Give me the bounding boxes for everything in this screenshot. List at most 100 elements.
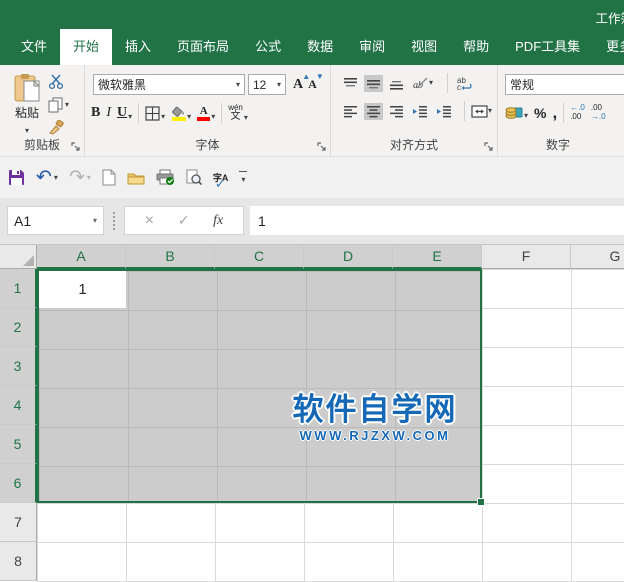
- align-center-button[interactable]: [364, 103, 383, 120]
- tab-more-tools[interactable]: 更多工: [593, 29, 624, 65]
- spelling-button[interactable]: 字A ✓: [213, 171, 229, 184]
- fill-color-button[interactable]: ▾: [171, 106, 191, 121]
- paste-dropdown-arrow[interactable]: ▾: [25, 126, 29, 135]
- active-cell-a1[interactable]: 1: [39, 271, 126, 308]
- align-bottom-button[interactable]: [387, 75, 406, 92]
- formula-input[interactable]: 1: [250, 206, 624, 235]
- tab-pdf-tools[interactable]: PDF工具集: [502, 29, 593, 65]
- phonetic-dropdown-arrow[interactable]: ▾: [244, 114, 248, 122]
- font-size-dropdown-arrow[interactable]: ▾: [273, 81, 281, 89]
- orientation-button[interactable]: ab ▾: [410, 74, 435, 92]
- column-header-d[interactable]: D: [304, 245, 393, 269]
- tab-insert[interactable]: 插入: [112, 29, 164, 65]
- format-painter-button[interactable]: [48, 118, 69, 137]
- tab-view[interactable]: 视图: [398, 29, 450, 65]
- fill-handle[interactable]: [477, 498, 485, 506]
- undo-button[interactable]: ↶ ▾: [36, 168, 58, 187]
- tab-file[interactable]: 文件: [8, 29, 60, 65]
- row-header-5[interactable]: 5: [0, 425, 37, 464]
- shrink-font-button[interactable]: A▼: [308, 77, 317, 92]
- tab-home[interactable]: 开始: [60, 29, 112, 65]
- decrease-decimal-button[interactable]: .00 →.0: [591, 104, 606, 122]
- bold-button[interactable]: B: [91, 105, 100, 121]
- font-name-dropdown-arrow[interactable]: ▾: [232, 81, 240, 89]
- increase-decimal-button[interactable]: ←.0 .00: [570, 104, 585, 122]
- undo-dropdown-arrow[interactable]: ▾: [54, 174, 58, 182]
- clipboard-dialog-launcher[interactable]: [71, 142, 81, 152]
- row-header-1[interactable]: 1: [0, 269, 37, 308]
- font-dialog-launcher[interactable]: [317, 142, 327, 152]
- accounting-dropdown-arrow[interactable]: ▾: [524, 112, 528, 120]
- row-header-7[interactable]: 7: [0, 503, 37, 542]
- grow-font-button[interactable]: A▲: [293, 77, 303, 93]
- insert-function-icon[interactable]: fx: [213, 213, 223, 229]
- row-header-6[interactable]: 6: [0, 464, 37, 503]
- number-group-label: 数字: [498, 136, 624, 153]
- divider: [221, 103, 222, 123]
- column-header-g[interactable]: G: [571, 245, 624, 269]
- row-header-2[interactable]: 2: [0, 308, 37, 347]
- accounting-format-button[interactable]: ▾: [505, 106, 528, 120]
- customize-qat-button[interactable]: ▾: [239, 171, 247, 184]
- selection-range[interactable]: 1: [37, 269, 482, 503]
- copy-button[interactable]: ▾: [48, 95, 69, 114]
- wrap-text-button[interactable]: ab c: [454, 74, 475, 93]
- name-box[interactable]: A1 ▾: [7, 206, 104, 235]
- group-alignment: ab ▾ ab c: [331, 65, 498, 156]
- row-header-4[interactable]: 4: [0, 386, 37, 425]
- align-left-button[interactable]: [341, 103, 360, 120]
- cut-button[interactable]: [48, 72, 69, 91]
- align-right-button[interactable]: [387, 103, 406, 120]
- enter-icon[interactable]: ✓: [178, 212, 190, 229]
- quick-access-toolbar: ↶ ▾ ↷ ▾ 字A ✓: [0, 157, 624, 198]
- font-size-combo[interactable]: 12 ▾: [248, 74, 286, 95]
- merge-dropdown-arrow[interactable]: ▾: [488, 107, 492, 115]
- column-header-a[interactable]: A: [37, 245, 126, 269]
- column-header-e[interactable]: E: [393, 245, 482, 269]
- row-header-3[interactable]: 3: [0, 347, 37, 386]
- align-top-button[interactable]: [341, 75, 360, 92]
- column-header-f[interactable]: F: [482, 245, 571, 269]
- underline-dropdown-arrow[interactable]: ▾: [128, 113, 132, 121]
- copy-dropdown-arrow[interactable]: ▾: [65, 101, 69, 109]
- orientation-dropdown-arrow[interactable]: ▾: [429, 79, 433, 87]
- column-header-c[interactable]: C: [215, 245, 304, 269]
- tab-help[interactable]: 帮助: [450, 29, 502, 65]
- alignment-dialog-launcher[interactable]: [484, 142, 494, 152]
- font-color-dropdown-arrow[interactable]: ▾: [211, 113, 215, 121]
- customize-qat-bar-icon: [239, 171, 247, 172]
- open-folder-icon: [127, 171, 145, 185]
- number-format-combo[interactable]: 常规: [505, 74, 624, 95]
- quick-print-button[interactable]: [156, 169, 175, 186]
- paste-button[interactable]: 粘贴 ▾: [8, 73, 46, 136]
- tab-review[interactable]: 审阅: [346, 29, 398, 65]
- save-button[interactable]: [8, 169, 25, 186]
- italic-button[interactable]: I: [106, 105, 111, 121]
- comma-style-button[interactable]: ,: [552, 103, 557, 123]
- percent-style-button[interactable]: %: [534, 105, 546, 121]
- column-header-b[interactable]: B: [126, 245, 215, 269]
- cancel-icon[interactable]: ×: [145, 212, 154, 230]
- print-preview-button[interactable]: [186, 169, 202, 186]
- select-all-button[interactable]: [0, 245, 37, 269]
- redo-button[interactable]: ↷ ▾: [69, 168, 91, 187]
- decrease-indent-button[interactable]: [410, 103, 430, 120]
- underline-button[interactable]: U▾: [117, 105, 132, 121]
- new-document-button[interactable]: [102, 169, 116, 186]
- formula-bar-splitter[interactable]: [113, 212, 115, 230]
- tab-data[interactable]: 数据: [294, 29, 346, 65]
- fill-color-dropdown-arrow[interactable]: ▾: [187, 113, 191, 121]
- phonetic-guide-button[interactable]: wén 文 ▾: [228, 104, 248, 122]
- align-middle-button[interactable]: [364, 75, 383, 92]
- font-name-combo[interactable]: 微软雅黑 ▾: [93, 74, 245, 95]
- open-button[interactable]: [127, 171, 145, 185]
- borders-button[interactable]: ▾: [145, 106, 165, 121]
- font-color-button[interactable]: A ▾: [197, 106, 215, 121]
- increase-indent-button[interactable]: [434, 103, 454, 120]
- row-header-8[interactable]: 8: [0, 542, 37, 581]
- borders-dropdown-arrow[interactable]: ▾: [161, 113, 165, 121]
- merge-center-button[interactable]: ▾: [469, 103, 494, 120]
- name-box-dropdown-arrow[interactable]: ▾: [93, 217, 97, 225]
- tab-formulas[interactable]: 公式: [242, 29, 294, 65]
- tab-page-layout[interactable]: 页面布局: [164, 29, 242, 65]
